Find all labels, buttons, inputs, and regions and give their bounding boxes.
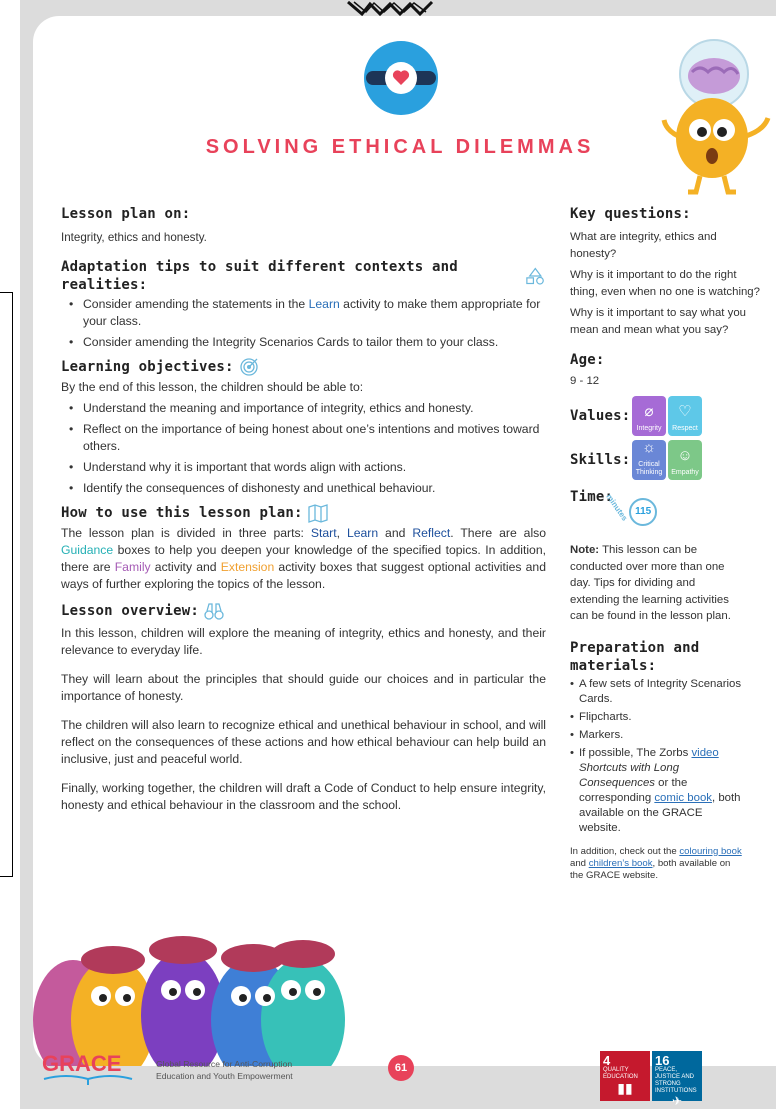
list-item: Understand why it is important that word… [61,459,546,476]
empathy-badge: ☺ Empathy [668,440,702,480]
critical-thinking-badge: ☼ Critical Thinking [632,439,666,480]
adaptation-list: Consider amending the statements in the … [61,296,546,351]
dove-icon: ✈ [671,1094,683,1108]
side-column: Key questions: What are integrity, ethic… [570,205,760,882]
age-heading: Age: [570,352,605,368]
target-icon [239,358,258,376]
adaptation-heading: Adaptation tips to suit different contex… [61,258,546,294]
overview-paragraph: Finally, working together, the children … [61,781,546,812]
how-to-use-text: The lesson plan is divided in three part… [61,526,547,591]
heart-icon [364,41,438,115]
list-item: Markers. [570,728,745,743]
objectives-heading: Learning objectives: [61,357,546,377]
main-column: Lesson plan on: Integrity, ethics and ho… [61,205,546,814]
skills-heading: Skills: [570,452,631,468]
preparation-heading: Preparation and materials: [570,639,700,674]
compass-icon: ⌀ [644,403,654,420]
objectives-intro: By the end of this lesson, the children … [61,380,364,394]
key-question: Why is it important to do the right thin… [570,269,760,298]
scribble-decoration [347,0,434,16]
note-text: Note: This lesson can be conducted over … [570,544,731,622]
key-questions-heading: Key questions: [570,206,691,222]
time-badge: minutes 115 [605,488,663,530]
preparation-list: A few sets of Integrity Scenarios Cards.… [570,677,745,836]
how-to-use-heading: How to use this lesson plan: [61,503,546,523]
shapes-icon [526,267,545,285]
mascot-group-illustration [33,936,345,1066]
list-item: Consider amending the statements in the … [61,296,546,330]
colouring-book-link[interactable]: colouring book [679,846,741,857]
values-row: Values: ⌀ Integrity ♡ Respect [570,396,760,436]
lesson-plan-heading: Lesson plan on: [61,206,191,222]
video-link[interactable]: video [691,747,718,759]
binoculars-icon [204,603,224,620]
map-icon [307,504,328,523]
integrity-badge: ⌀ Integrity [632,396,666,436]
overview-heading: Lesson overview: [61,601,546,621]
sdg-4-badge: 4 QUALITY EDUCATION ▮▮ [600,1051,650,1101]
brain-icon: ☼ [642,439,656,456]
overview-paragraph: The children will also learn to recogniz… [61,718,546,766]
book-icon: ▮▮ [617,1080,633,1096]
addition-text: In addition, check out the colouring boo… [570,845,742,881]
values-heading: Values: [570,408,631,424]
heart-hands-icon: ♡ [678,403,692,420]
page-number: 61 [388,1055,414,1081]
list-item: Consider amending the Integrity Scenario… [61,334,546,351]
time-unit: minutes [604,492,630,523]
comic-book-link[interactable]: comic book [654,792,712,804]
margin-bracket-top [0,292,12,293]
key-question: Why is it important to say what you mean… [570,307,746,336]
list-item: Flipcharts. [570,710,745,725]
empathy-icon: ☺ [677,447,693,464]
list-item: A few sets of Integrity Scenarios Cards. [570,677,745,707]
key-question: What are integrity, ethics and honesty? [570,231,717,260]
respect-badge: ♡ Respect [668,396,702,436]
list-item: If possible, The Zorbs video Shortcuts w… [570,746,745,836]
list-item: Identify the consequences of dishonesty … [61,480,546,497]
age-value: 9 - 12 [570,375,600,387]
overview-paragraph: In this lesson, children will explore th… [61,626,546,657]
svg-text:GRACE: GRACE [42,1051,121,1076]
mascot-illustration [661,39,771,195]
list-item: Reflect on the importance of being hones… [61,421,546,455]
childrens-book-link[interactable]: children’s book [589,858,653,869]
margin-bracket-bottom [0,876,12,877]
grace-logo: GRACE [42,1051,133,1085]
sdg-16-badge: 16 PEACE, JUSTICE AND STRONG INSTITUTION… [652,1051,702,1107]
page-title: SOLVING ETHICAL DILEMMAS [205,136,595,158]
time-row: Time: minutes 115 [570,488,760,530]
margin-bracket-line [12,292,13,877]
time-value: 115 [629,498,658,526]
list-item: Understand the meaning and importance of… [61,400,546,417]
footer-tagline: Global Resource for Anti-Corruption Educ… [156,1059,293,1081]
skills-row: Skills: ☼ Critical Thinking ☺ Empathy [570,439,760,480]
overview-paragraph: They will learn about the principles tha… [61,672,546,703]
lesson-plan-topic: Integrity, ethics and honesty. [61,231,207,244]
objectives-list: Understand the meaning and importance of… [61,400,546,497]
